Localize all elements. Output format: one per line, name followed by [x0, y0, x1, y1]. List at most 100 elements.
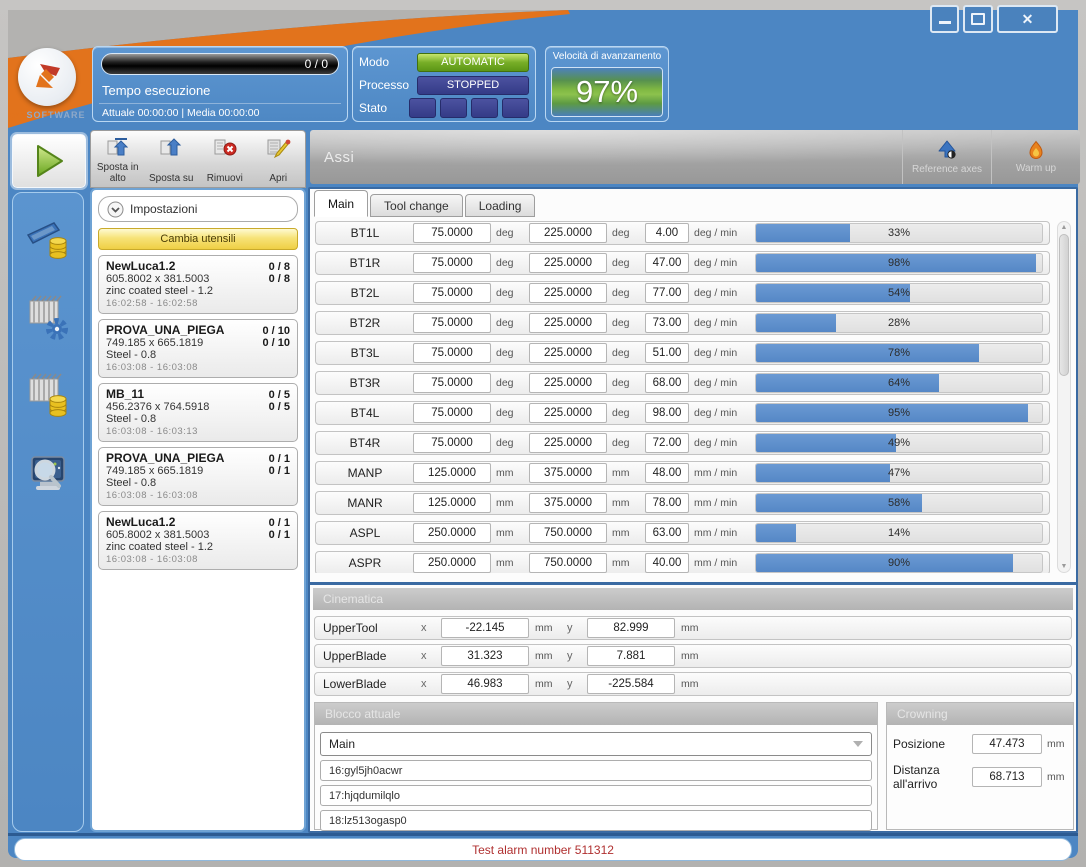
maximize-button[interactable] [963, 5, 993, 33]
diagnostics-monitor-icon [24, 449, 72, 497]
axis-value-2-input[interactable] [529, 313, 607, 333]
tool-change-button[interactable]: Cambia utensili [98, 228, 298, 250]
axis-value-1-input[interactable] [413, 223, 491, 243]
open-button[interactable]: Apri [252, 131, 306, 187]
settings-expander[interactable]: Impostazioni [98, 196, 298, 222]
tab-main[interactable]: Main [314, 190, 368, 217]
job-card[interactable]: PROVA_UNA_PIEGA 0 / 10 749.185 x 665.181… [98, 319, 298, 378]
job-card[interactable]: MB_11 0 / 5 456.2376 x 764.5918 0 / 5 St… [98, 383, 298, 442]
start-button[interactable] [12, 134, 86, 188]
axis-unit-2: mm [612, 557, 640, 569]
axis-value-2-input[interactable] [529, 553, 607, 573]
axis-speed-input[interactable] [645, 433, 689, 453]
state-indicators [409, 98, 529, 118]
axis-speed-input[interactable] [645, 493, 689, 513]
axis-value-1-input[interactable] [413, 253, 491, 273]
move-to-top-button[interactable]: Sposta in alto [91, 131, 145, 187]
axis-value-1-input[interactable] [413, 283, 491, 303]
minimize-button[interactable] [930, 5, 959, 33]
move-up-button[interactable]: Sposta su [145, 131, 199, 187]
sidebar-item-press-database[interactable] [20, 211, 76, 267]
job-card[interactable]: PROVA_UNA_PIEGA 0 / 1 749.185 x 665.1819… [98, 447, 298, 506]
y-value-input[interactable] [587, 674, 675, 694]
sidebar-item-rack-database[interactable] [20, 367, 76, 423]
axis-value-1-input[interactable] [413, 553, 491, 573]
close-button[interactable]: ✕ [997, 5, 1058, 33]
axis-value-1-input[interactable] [413, 403, 491, 423]
axis-value-1-input[interactable] [413, 433, 491, 453]
x-value-input[interactable] [441, 618, 529, 638]
y-value-input[interactable] [587, 646, 675, 666]
job-list-panel: Impostazioni Cambia utensili NewLuca1.2 … [90, 188, 306, 832]
axis-row: ASPR mm mm mm / min 90% [315, 551, 1050, 573]
axis-value-2-input[interactable] [529, 343, 607, 363]
axes-scrollbar[interactable]: ▲ ▼ [1057, 221, 1071, 573]
tab-tool-change[interactable]: Tool change [370, 194, 463, 217]
axis-unit-2: deg [612, 257, 640, 269]
sidebar-item-diagnostics[interactable] [20, 445, 76, 501]
axis-value-2-input[interactable] [529, 523, 607, 543]
axis-unit-1: deg [496, 317, 524, 329]
axis-unit-1: deg [496, 227, 524, 239]
axis-value-1-input[interactable] [413, 313, 491, 333]
program-line: 18:lz513ogasp0 [320, 810, 872, 831]
axis-value-2-input[interactable] [529, 283, 607, 303]
crowning-label: Posizione [893, 737, 967, 751]
y-unit: mm [681, 650, 707, 662]
axis-speed-input[interactable] [645, 553, 689, 573]
x-value-input[interactable] [441, 646, 529, 666]
settings-label: Impostazioni [130, 202, 197, 216]
tab-loading[interactable]: Loading [465, 194, 536, 217]
crowning-value-input[interactable] [972, 767, 1042, 787]
scrollbar-thumb[interactable] [1059, 234, 1069, 376]
job-count-a: 0 / 8 [269, 261, 290, 273]
block-select[interactable]: Main [320, 732, 872, 756]
axis-speed-input[interactable] [645, 403, 689, 423]
axis-speed-input[interactable] [645, 253, 689, 273]
axis-progress-track: 78% [755, 343, 1043, 363]
axis-name: MANP [322, 466, 408, 480]
job-card[interactable]: NewLuca1.2 0 / 1 605.8002 x 381.5003 0 /… [98, 511, 298, 570]
axis-speed-input[interactable] [645, 523, 689, 543]
y-value-input[interactable] [587, 618, 675, 638]
remove-button[interactable]: Rimuovi [198, 131, 252, 187]
toolbar-button-label: Apri [269, 173, 287, 187]
axis-speed-input[interactable] [645, 373, 689, 393]
axis-speed-input[interactable] [645, 343, 689, 363]
axis-speed-input[interactable] [645, 463, 689, 483]
axis-value-2-input[interactable] [529, 253, 607, 273]
job-time-range: 16:03:08 - 16:03:13 [106, 426, 290, 437]
job-count-a: 0 / 10 [262, 325, 290, 337]
axis-value-2-input[interactable] [529, 433, 607, 453]
axis-value-2-input[interactable] [529, 223, 607, 243]
axis-value-2-input[interactable] [529, 493, 607, 513]
axis-speed-input[interactable] [645, 223, 689, 243]
axis-speed-input[interactable] [645, 283, 689, 303]
job-count-b: 0 / 10 [262, 337, 290, 349]
axis-value-1-input[interactable] [413, 463, 491, 483]
x-value-input[interactable] [441, 674, 529, 694]
axis-value-2-input[interactable] [529, 373, 607, 393]
axis-value-1-input[interactable] [413, 343, 491, 363]
brand-text: theSOFTWARE [10, 110, 100, 120]
axis-value-1-input[interactable] [413, 523, 491, 543]
job-time-range: 16:03:08 - 16:03:08 [106, 362, 290, 373]
axis-value-1-input[interactable] [413, 373, 491, 393]
y-coord-label: y [567, 622, 581, 634]
axis-speed-input[interactable] [645, 313, 689, 333]
crowning-value-input[interactable] [972, 734, 1042, 754]
axis-value-2-input[interactable] [529, 403, 607, 423]
job-count-a: 0 / 5 [269, 389, 290, 401]
axis-value-1-input[interactable] [413, 493, 491, 513]
state-indicator-1 [409, 98, 436, 118]
reference-axes-button[interactable]: Reference axes [902, 130, 991, 184]
axis-name: BT3R [322, 376, 408, 390]
scroll-up-arrow-icon[interactable]: ▲ [1058, 224, 1070, 231]
scroll-down-arrow-icon[interactable]: ▼ [1058, 563, 1070, 570]
axis-row: MANR mm mm mm / min 58% [315, 491, 1050, 515]
job-card[interactable]: NewLuca1.2 0 / 8 605.8002 x 381.5003 0 /… [98, 255, 298, 314]
axis-value-2-input[interactable] [529, 463, 607, 483]
warm-up-button[interactable]: Warm up [991, 130, 1080, 184]
sidebar-item-rack-setup[interactable] [20, 289, 76, 345]
progress-count: 0 / 0 [305, 57, 328, 71]
